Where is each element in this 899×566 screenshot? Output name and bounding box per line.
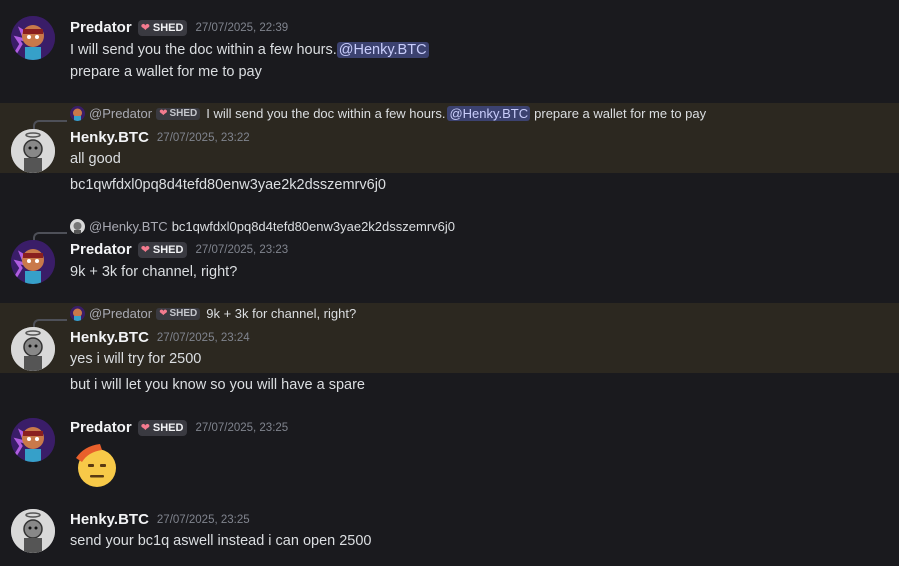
- message-text: I will send you the doc within a few hou…: [70, 42, 337, 58]
- author-name[interactable]: Predator: [70, 19, 132, 36]
- message-content-line: all good: [70, 151, 121, 167]
- message-header: Henky.BTC 27/07/2025, 23:24: [70, 329, 250, 346]
- reply-guild-tag-label: SHED: [169, 108, 198, 119]
- timestamp[interactable]: 27/07/2025, 23:25: [157, 514, 250, 526]
- reply-reference[interactable]: @Predator ❤ SHED 9k + 3k for channel, rig…: [70, 306, 356, 321]
- reply-guild-tag: ❤ SHED: [156, 107, 201, 120]
- reply-reference[interactable]: @Henky.BTC bc1qwfdxl0pq8d4tefd80enw3yae2…: [70, 219, 455, 234]
- timestamp[interactable]: 27/07/2025, 23:22: [157, 132, 250, 144]
- predator-mini-avatar: [70, 306, 85, 321]
- predator-mini-avatar: [70, 106, 85, 121]
- message-header: Predator ❤ SHED 27/07/2025, 23:23: [70, 241, 288, 258]
- author-name[interactable]: Henky.BTC: [70, 329, 149, 346]
- guild-tag[interactable]: ❤ SHED: [137, 419, 188, 436]
- guild-tag-label: SHED: [152, 421, 184, 434]
- message-header: Henky.BTC 27/07/2025, 23:25: [70, 511, 250, 528]
- message-header: Henky.BTC 27/07/2025, 23:22: [70, 129, 250, 146]
- timestamp[interactable]: 27/07/2025, 23:23: [195, 244, 288, 256]
- henky-mini-avatar: [70, 219, 85, 234]
- heart-icon: ❤: [140, 22, 150, 34]
- heart-icon: ❤: [140, 422, 150, 434]
- message-content: I will send you the doc within a few hou…: [70, 42, 429, 58]
- reply-author: @Henky.BTC: [89, 219, 168, 234]
- message-header: Predator ❤ SHED 27/07/2025, 23:25: [70, 419, 288, 436]
- reply-guild-tag: ❤ SHED: [156, 307, 201, 320]
- user-mention[interactable]: @Henky.BTC: [336, 42, 429, 58]
- reply-text: I will send you the doc within a few hou…: [206, 106, 446, 121]
- reply-author: @Predator: [89, 306, 153, 321]
- timestamp[interactable]: 27/07/2025, 22:39: [195, 22, 288, 34]
- guild-tag-label: SHED: [152, 243, 184, 256]
- guild-tag[interactable]: ❤ SHED: [137, 19, 188, 36]
- heart-icon: ❤: [159, 108, 168, 119]
- henky-avatar[interactable]: [11, 129, 55, 173]
- reply-reference[interactable]: @Predator ❤ SHED I will send you the doc …: [70, 106, 706, 121]
- predator-avatar[interactable]: [11, 418, 55, 462]
- reply-text: 9k + 3k for channel, right?: [206, 306, 357, 321]
- heart-icon: ❤: [159, 308, 168, 319]
- message-header: Predator ❤ SHED 27/07/2025, 22:39: [70, 19, 288, 36]
- predator-avatar[interactable]: [11, 16, 55, 60]
- author-name[interactable]: Henky.BTC: [70, 511, 149, 528]
- message-content-line: 9k + 3k for channel, right?: [70, 264, 238, 280]
- reply-guild-tag-label: SHED: [169, 308, 198, 319]
- author-name[interactable]: Predator: [70, 241, 132, 258]
- guild-tag-label: SHED: [152, 21, 184, 34]
- heart-icon: ❤: [140, 244, 150, 256]
- timestamp[interactable]: 27/07/2025, 23:24: [157, 332, 250, 344]
- reply-text-2: prepare a wallet for me to pay: [534, 106, 707, 121]
- reply-author: @Predator: [89, 106, 153, 121]
- predator-avatar[interactable]: [11, 240, 55, 284]
- guild-tag[interactable]: ❤ SHED: [137, 241, 188, 258]
- message-content-line: send your bc1q aswell instead i can open…: [70, 533, 372, 549]
- author-name[interactable]: Henky.BTC: [70, 129, 149, 146]
- timestamp[interactable]: 27/07/2025, 23:25: [195, 422, 288, 434]
- message-content-line: but i will let you know so you will have…: [70, 377, 365, 393]
- saluting-face-icon[interactable]: [70, 440, 120, 495]
- message-content-line: yes i will try for 2500: [70, 351, 202, 367]
- henky-avatar[interactable]: [11, 327, 55, 371]
- reply-text: bc1qwfdxl0pq8d4tefd80enw3yae2k2dsszemrv6…: [171, 219, 455, 234]
- message-content-line: bc1qwfdxl0pq8d4tefd80enw3yae2k2dsszemrv6…: [70, 177, 386, 193]
- reply-mention: @Henky.BTC: [447, 106, 531, 121]
- message-1: Predator ❤ SHED 27/07/2025, 22:39 I will …: [0, 0, 899, 100]
- message-content-line: prepare a wallet for me to pay: [70, 64, 262, 80]
- author-name[interactable]: Predator: [70, 419, 132, 436]
- henky-avatar[interactable]: [11, 509, 55, 553]
